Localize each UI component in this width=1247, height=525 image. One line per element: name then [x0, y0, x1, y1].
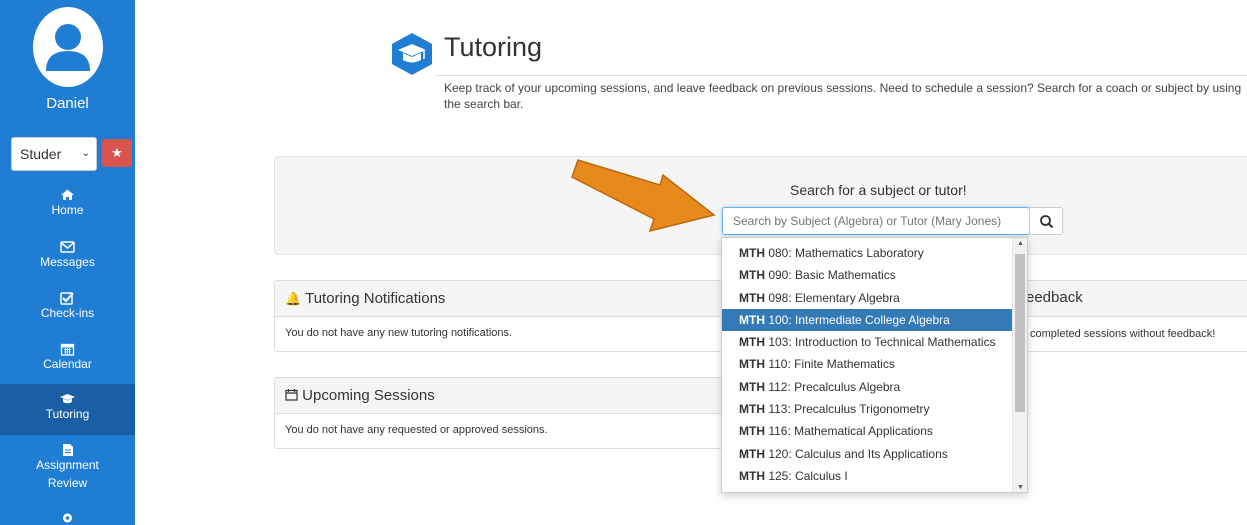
sidebar-item-assignment-review[interactable]: Assignment Review	[0, 443, 135, 495]
dropdown-item-code: MTH	[739, 357, 765, 372]
envelope-icon	[60, 241, 75, 253]
dropdown-scrollbar[interactable]: ▲ ▼	[1012, 238, 1027, 492]
sidebar-item-check-ins[interactable]: Check-ins	[0, 291, 135, 331]
sidebar-item-label: Calendar	[43, 357, 92, 371]
dropdown-item-code: MTH	[739, 335, 765, 350]
upcoming-sessions-panel: Upcoming Sessions You do not have any re…	[274, 377, 724, 449]
avatar[interactable]	[33, 7, 103, 87]
feedback-panel-title: eedback	[1026, 289, 1083, 306]
dropdown-item-title: 110: Finite Mathematics	[765, 357, 895, 372]
dropdown-item[interactable]: MTH 103: Introduction to Technical Mathe…	[722, 331, 1027, 353]
dropdown-item-title: 116: Mathematical Applications	[765, 424, 933, 439]
bell-icon: 🔔	[285, 291, 302, 306]
dropdown-item-code: MTH	[739, 290, 765, 305]
dropdown-item-code: MTH	[739, 424, 765, 439]
dropdown-item-title: 103: Introduction to Technical Mathemati…	[765, 335, 996, 350]
calendar-icon	[60, 343, 75, 356]
sidebar-item-tutoring[interactable]: Tutoring	[0, 384, 135, 435]
dropdown-item[interactable]: MTH 100: Intermediate College Algebra	[722, 308, 1027, 332]
search-icon	[1040, 215, 1054, 229]
file-icon	[63, 444, 73, 456]
user-icon	[46, 24, 90, 71]
header-divider	[437, 75, 1247, 76]
dropdown-item[interactable]: MTH 125: Calculus I	[722, 465, 1027, 487]
autocomplete-dropdown[interactable]: MTH 080: Mathematics Laboratory MTH 090: …	[721, 237, 1028, 493]
dropdown-item[interactable]: MTH 090: Basic Mathematics	[722, 264, 1027, 286]
sidebar-item-calendar[interactable]: Calendar	[0, 342, 135, 382]
dropdown-item[interactable]: MTH 112: Precalculus Algebra	[722, 376, 1027, 398]
upcoming-sessions-panel-header: Upcoming Sessions	[275, 378, 723, 414]
sidebar-item-label-line2: Review	[47, 476, 88, 490]
notifications-panel-body: You do not have any new tutoring notific…	[285, 327, 513, 339]
home-icon	[61, 189, 74, 200]
sidebar-item-messages[interactable]: Messages	[0, 240, 135, 280]
tutoring-logo-icon	[392, 33, 432, 75]
scrollbar-thumb[interactable]	[1015, 254, 1025, 412]
role-select[interactable]: Studer ⌄	[11, 137, 97, 171]
dropdown-item-title: 090: Basic Mathematics	[765, 268, 896, 283]
sidebar-item-settings[interactable]	[0, 511, 135, 525]
scroll-up-icon[interactable]: ▲	[1013, 240, 1027, 247]
dropdown-item-title: 112: Precalculus Algebra	[765, 379, 901, 394]
sidebar-item-label: Tutoring	[45, 407, 90, 421]
dropdown-item[interactable]: MTH 116: Mathematical Applications	[722, 420, 1027, 442]
notifications-panel-title: Tutoring Notifications	[305, 290, 446, 307]
role-select-value: Studer	[20, 146, 62, 162]
annotation-arrow	[571, 159, 716, 233]
sidebar-item-label: Home	[51, 203, 84, 217]
search-input[interactable]	[722, 207, 1030, 235]
gear-icon	[63, 513, 72, 523]
page-description: Keep track of your upcoming sessions, an…	[444, 81, 1242, 111]
star-icon: ★	[111, 145, 123, 160]
notifications-panel-header: 🔔 Tutoring Notifications	[275, 281, 723, 317]
sidebar-item-home[interactable]: Home	[0, 188, 135, 228]
dropdown-item-code: MTH	[739, 312, 765, 327]
dropdown-item-title: 098: Elementary Algebra	[765, 290, 900, 305]
dropdown-item[interactable]: MTH 098: Elementary Algebra	[722, 287, 1027, 309]
sidebar-item-label: Assignment	[36, 458, 99, 472]
dropdown-item-code: MTH	[739, 246, 765, 260]
username: Daniel	[46, 95, 89, 112]
check-square-icon	[60, 292, 74, 305]
sidebar: Daniel Studer ⌄ ★ Home Messages Check-in…	[0, 0, 135, 525]
dropdown-item-code: MTH	[739, 468, 765, 483]
calendar-icon	[285, 389, 298, 401]
sidebar-item-label: Check-ins	[40, 306, 95, 320]
dropdown-item-title: 100: Intermediate College Algebra	[765, 312, 950, 327]
upcoming-sessions-panel-body: You do not have any requested or approve…	[285, 424, 548, 436]
dropdown-item-title: 120: Calculus and Its Applications	[765, 446, 948, 461]
dropdown-item-code: MTH	[739, 268, 765, 283]
dropdown-item[interactable]: MTH 110: Finite Mathematics	[722, 353, 1027, 375]
dropdown-item[interactable]: MTH 080: Mathematics Laboratory	[722, 242, 1027, 264]
notifications-panel: 🔔 Tutoring Notifications You do not have…	[274, 280, 724, 352]
sidebar-item-label: Messages	[40, 255, 95, 269]
dropdown-item-title: 113: Precalculus Trigonometry	[765, 402, 930, 417]
dropdown-item-title: 080: Mathematics Laboratory	[765, 246, 924, 260]
dropdown-item[interactable]: MTH 113: Precalculus Trigonometry	[722, 398, 1027, 420]
favorite-button[interactable]: ★	[102, 139, 132, 167]
chevron-down-icon: ⌄	[81, 148, 90, 159]
scroll-down-icon[interactable]: ▼	[1013, 484, 1027, 491]
feedback-panel-body: completed sessions without feedback!	[1030, 328, 1216, 340]
graduation-cap-icon	[60, 394, 75, 404]
dropdown-list: MTH 080: Mathematics Laboratory MTH 090: …	[722, 238, 1027, 487]
dropdown-item[interactable]: MTH 120: Calculus and Its Applications	[722, 443, 1027, 465]
dropdown-item-title: 125: Calculus I	[765, 468, 848, 483]
search-heading: Search for a subject or tutor!	[790, 182, 967, 198]
dropdown-item-code: MTH	[739, 446, 765, 461]
dropdown-item-code: MTH	[739, 379, 765, 394]
search-button[interactable]	[1029, 207, 1063, 235]
dropdown-item-code: MTH	[739, 402, 765, 417]
upcoming-sessions-panel-title: Upcoming Sessions	[302, 387, 435, 404]
page-title: Tutoring	[444, 32, 543, 62]
